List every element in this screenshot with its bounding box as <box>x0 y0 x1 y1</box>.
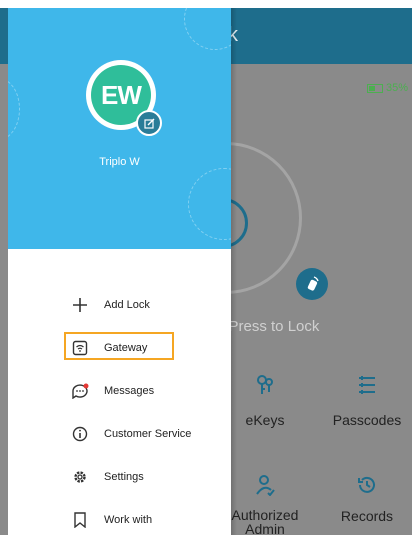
grid-item-label: Records <box>340 508 394 524</box>
key-fob-icon <box>307 276 319 291</box>
gear-icon <box>70 467 90 487</box>
grid-item-label: eKeys <box>245 412 285 428</box>
decorative-circle <box>8 78 20 140</box>
history-icon <box>358 476 375 493</box>
decorative-circle <box>188 168 231 240</box>
passcodes-icon <box>359 376 375 394</box>
menu-item-label: Customer Service <box>104 428 192 440</box>
menu-item-work-with[interactable]: Work with <box>64 505 224 535</box>
drawer-header: EW Triplo W <box>8 8 231 249</box>
menu-item-customer-service[interactable]: Customer Service <box>64 419 224 449</box>
menu-item-messages[interactable]: Messages <box>64 376 224 406</box>
battery-level: 35% <box>385 82 408 94</box>
grid-item-label: Authorized Admin <box>231 507 299 537</box>
plus-icon <box>70 295 90 315</box>
admin-icon <box>256 475 275 496</box>
edit-avatar-button[interactable] <box>136 110 162 136</box>
ekeys-icon <box>257 375 273 394</box>
bookmark-icon <box>70 510 90 530</box>
menu-item-label: Work with <box>104 514 153 526</box>
grid-item-label: Passcodes <box>332 412 402 428</box>
battery-icon <box>366 83 383 93</box>
menu-item-settings[interactable]: Settings <box>64 462 224 492</box>
menu-item-add-lock[interactable]: Add Lock <box>64 290 224 320</box>
menu-item-label: Messages <box>104 385 155 397</box>
user-name: Triplo W <box>99 156 140 168</box>
navigation-drawer: EW Triplo W Add Lock Gateway Messages Cu… <box>8 8 231 535</box>
info-icon <box>70 424 90 444</box>
remote-unlock-button[interactable] <box>296 268 328 300</box>
messages-icon <box>70 381 90 401</box>
grid-item-records[interactable]: Records <box>317 474 412 524</box>
menu-item-label: Add Lock <box>104 299 150 311</box>
drawer-shadow <box>231 8 237 535</box>
battery-indicator: 35% <box>366 82 408 94</box>
gateway-highlight <box>64 332 174 360</box>
edit-icon <box>143 118 154 129</box>
grid-item-passcodes[interactable]: Passcodes <box>317 374 412 428</box>
decorative-circle <box>184 8 231 50</box>
menu-item-label: Settings <box>104 471 144 483</box>
